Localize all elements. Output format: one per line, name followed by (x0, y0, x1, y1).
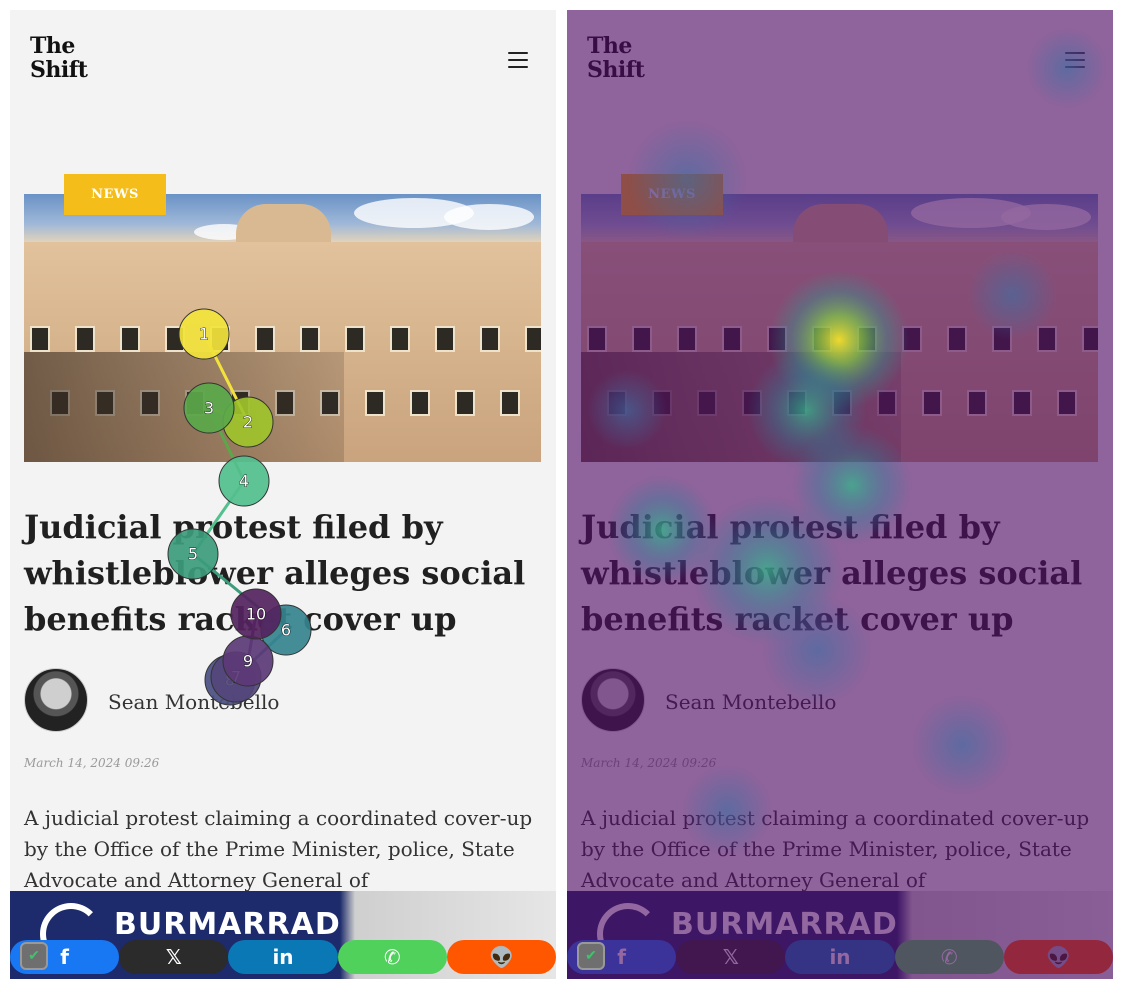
logo-line-2: Shift (587, 57, 645, 83)
fixation-label: 4 (239, 472, 249, 491)
scanpath-panel: The Shift NEWS Judicial protest filed by… (10, 10, 556, 979)
shield-icon[interactable]: ✔ (20, 942, 48, 970)
whatsapp-icon: ✆ (940, 945, 958, 969)
article-date-heatmap: March 14, 2024 09:26 (581, 756, 717, 770)
fixation-label: 10 (246, 605, 266, 624)
linkedin-icon: in (829, 945, 851, 969)
hero-image-heatmap (581, 194, 1098, 462)
logo-line-1: The (587, 33, 632, 59)
linkedin-share-button[interactable]: in (785, 940, 895, 974)
fixation-label: 3 (204, 399, 214, 418)
fixation-3: 3 (183, 382, 235, 434)
category-badge-heatmap[interactable]: NEWS (621, 174, 723, 215)
whatsapp-share-button[interactable]: ✆ (894, 940, 1004, 974)
fixation-10: 10 (230, 588, 282, 640)
fixation-label: 9 (243, 652, 253, 671)
scanpath-overlay: 12345687910 (167, 308, 312, 706)
shield-icon[interactable]: ✔ (577, 942, 605, 970)
author-avatar-heatmap[interactable] (581, 668, 645, 732)
heat-spot (1027, 28, 1107, 108)
reddit-share-button[interactable]: 👽 (1003, 940, 1113, 974)
article-body-heatmap: A judicial protest claiming a coordinate… (581, 806, 1090, 892)
x-share-button[interactable]: 𝕏 (676, 940, 786, 974)
menu-icon[interactable] (1065, 52, 1085, 68)
fixation-label: 1 (199, 325, 209, 344)
facebook-icon: f (617, 945, 626, 969)
fixation-label: 2 (243, 413, 253, 432)
x-icon: 𝕏 (722, 945, 739, 969)
fixation-label: 6 (281, 621, 291, 640)
fixation-4: 4 (218, 455, 270, 507)
share-bar-heatmap: f 𝕏 in ✆ 👽 (567, 940, 1113, 976)
site-logo-heatmap[interactable]: The Shift (587, 33, 645, 83)
fixation-1: 1 (178, 308, 230, 360)
fixation-9: 9 (222, 635, 274, 687)
author-name-heatmap[interactable]: Sean Montebello (665, 690, 836, 714)
article-headline-heatmap: Judicial protest filed by whistleblower … (581, 508, 1083, 638)
heatmap-panel: The Shift NEWS Judicial protest filed by… (567, 10, 1113, 979)
reddit-icon: 👽 (1045, 945, 1071, 969)
heat-spot (912, 695, 1012, 795)
fixation-label: 5 (188, 545, 198, 564)
fixation-5: 5 (167, 528, 219, 580)
ad-brand-heatmap: BURMARRAD (671, 907, 898, 942)
